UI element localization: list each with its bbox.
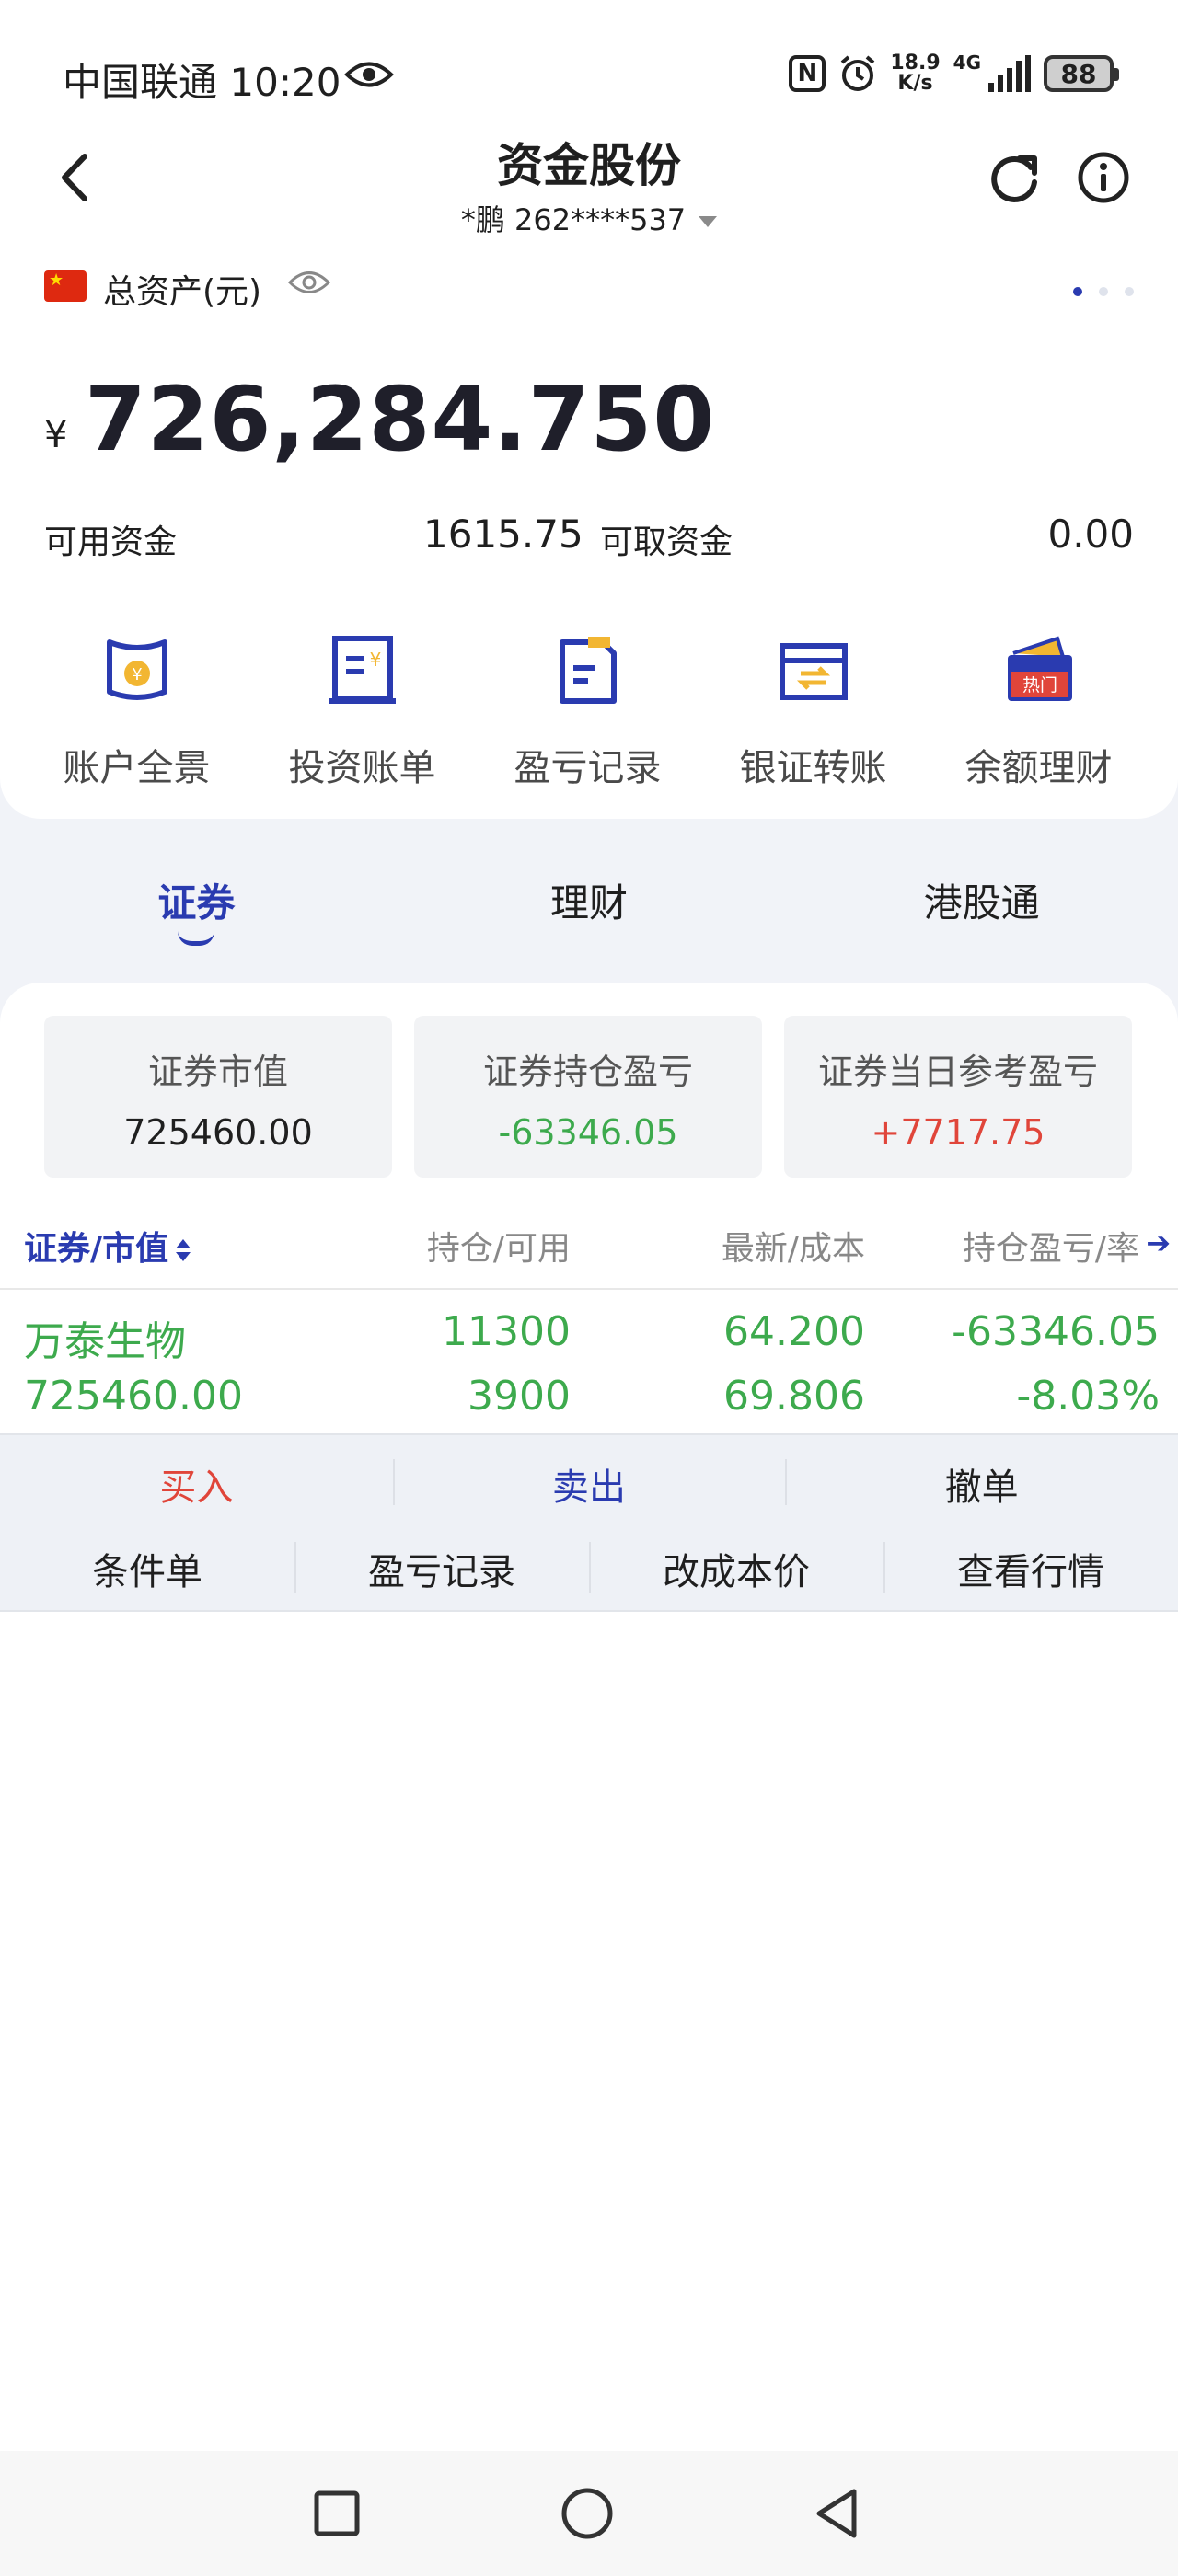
clock: 10:20: [229, 60, 341, 105]
recents-button[interactable]: [307, 2484, 366, 2543]
sell-button[interactable]: 卖出: [392, 1435, 786, 1525]
tab-indicator: [178, 931, 215, 946]
pnl-record-icon: [559, 637, 617, 704]
battery-level: 88: [1060, 58, 1097, 89]
withdrawable-funds-label: 可取资金: [600, 523, 733, 561]
carrier-name: 中国联通: [63, 60, 218, 105]
stock-pnl-rate: -8.03%: [1016, 1373, 1160, 1420]
toggle-visibility-icon[interactable]: [287, 267, 331, 298]
column-security-sort[interactable]: 证券/市值: [24, 1222, 191, 1270]
balance-wealth-icon: 热门: [1007, 636, 1072, 701]
card-label: 证券持仓盈亏: [482, 1052, 693, 1092]
tab-label: 理财: [550, 880, 629, 926]
column-pnl: 持仓盈亏/率: [962, 1230, 1139, 1268]
net-speed: 18.9 K/s: [890, 53, 940, 94]
hot-badge: 热门: [1022, 675, 1057, 696]
card-market-value: 证券市值 725460.00: [44, 1016, 392, 1178]
battery-icon: 88: [1044, 55, 1119, 92]
cancel-order-button[interactable]: 撤单: [785, 1435, 1178, 1525]
card-value: 725460.00: [123, 1112, 313, 1153]
stock-name: 万泰生物: [24, 1318, 186, 1365]
withdrawable-funds-value: 0.00: [1047, 512, 1134, 557]
conditional-order-button[interactable]: 条件单: [0, 1525, 294, 1612]
stock-latest-price: 64.200: [723, 1308, 865, 1355]
caret-down-icon: [699, 216, 718, 227]
available-funds-value: 1615.75: [423, 512, 583, 557]
sort-icon: [176, 1237, 191, 1263]
category-tabs: 证券 理财 港股通: [0, 846, 1178, 948]
tab-securities[interactable]: 证券: [0, 846, 393, 948]
action-investment-bill[interactable]: ¥ 投资账单: [249, 626, 475, 791]
nfc-icon: N: [789, 55, 826, 92]
stock-market-value: 725460.00: [24, 1373, 243, 1420]
system-back-button[interactable]: [808, 2484, 867, 2543]
stock-position: 11300: [442, 1308, 571, 1355]
holdings-panel: 证券市值 725460.00 证券持仓盈亏 -63346.05 证券当日参考盈亏…: [0, 983, 1178, 2455]
action-label: 余额理财: [964, 747, 1113, 789]
action-pnl-record[interactable]: 盈亏记录: [475, 626, 700, 791]
holdings-table-header: 证券/市值 持仓/可用 最新/成本 持仓盈亏/率 ➔: [0, 1222, 1178, 1282]
scroll-right-icon[interactable]: ➔: [1146, 1225, 1171, 1260]
tab-label: 证券: [157, 880, 236, 926]
card-daily-pnl: 证券当日参考盈亏 +7717.75: [784, 1016, 1132, 1178]
column-label: 证券/市值: [24, 1230, 169, 1268]
stock-cost-price: 69.806: [723, 1373, 865, 1420]
pnl-record-button[interactable]: 盈亏记录: [294, 1525, 589, 1612]
card-position-pnl: 证券持仓盈亏 -63346.05: [414, 1016, 762, 1178]
action-label: 盈亏记录: [514, 747, 662, 789]
action-label: 投资账单: [288, 747, 436, 789]
table-row[interactable]: 万泰生物 725460.00 11300 3900 64.200 69.806 …: [0, 1294, 1178, 1433]
view-quote-button[interactable]: 查看行情: [884, 1525, 1178, 1612]
divider: [0, 1288, 1178, 1290]
action-label: 账户全景: [63, 747, 211, 789]
investment-bill-icon: ¥: [329, 636, 396, 704]
stock-available: 3900: [468, 1373, 571, 1420]
currency-symbol: ¥: [44, 414, 68, 456]
china-flag-icon: [44, 270, 87, 302]
action-account-overview[interactable]: ¥ 账户全景: [24, 626, 249, 791]
column-price: 最新/成本: [721, 1230, 865, 1268]
action-bank-transfer[interactable]: 银证转账: [700, 626, 926, 791]
available-funds-label: 可用资金: [44, 523, 178, 561]
trade-buttons: 买入 卖出 撤单: [0, 1435, 1178, 1525]
tab-hk-connect[interactable]: 港股通: [785, 846, 1178, 948]
tab-label: 港股通: [923, 880, 1040, 926]
eye-icon: [344, 62, 394, 87]
alarm-icon: [841, 55, 875, 91]
summary-cards: 证券市值 725460.00 证券持仓盈亏 -63346.05 证券当日参考盈亏…: [44, 1016, 1132, 1178]
home-button[interactable]: [558, 2484, 617, 2543]
buy-button[interactable]: 买入: [0, 1435, 393, 1525]
more-buttons: 条件单 盈亏记录 改成本价 查看行情: [0, 1525, 1178, 1612]
signal-icon: [988, 55, 1031, 92]
total-assets-value: 726,284.750: [85, 368, 716, 471]
status-icons: N 18.9 K/s 4G 88: [789, 52, 1119, 94]
account-number: *鹏 262****537: [460, 202, 687, 237]
info-button[interactable]: [1075, 149, 1132, 206]
action-label: 银证转账: [739, 747, 887, 789]
net-speed-value: 18.9: [890, 52, 941, 75]
stock-pnl: -63346.05: [952, 1308, 1160, 1355]
svg-text:¥: ¥: [369, 649, 381, 671]
tab-wealth[interactable]: 理财: [393, 846, 786, 948]
edit-cost-button[interactable]: 改成本价: [589, 1525, 884, 1612]
quick-actions: ¥ 账户全景 ¥ 投资账单 盈亏记录 银证转账 热门 余额理财: [0, 626, 1178, 791]
card-value: -63346.05: [498, 1112, 678, 1153]
refresh-button[interactable]: [987, 149, 1044, 206]
account-overview-icon: ¥: [106, 639, 167, 700]
column-position: 持仓/可用: [426, 1230, 571, 1268]
action-balance-wealth[interactable]: 热门 余额理财: [926, 626, 1151, 791]
row-operations: 买入 卖出 撤单 条件单 盈亏记录 改成本价 查看行情: [0, 1433, 1178, 1612]
system-nav-bar: [0, 2451, 1178, 2576]
bank-transfer-icon: [779, 643, 848, 700]
carrier-time: 中国联通 10:20: [63, 52, 341, 108]
page-indicator: [1073, 287, 1134, 296]
network-type: 4G: [953, 52, 981, 74]
card-label: 证券市值: [147, 1052, 288, 1092]
total-assets-label: 总资产(元): [103, 273, 262, 311]
net-speed-unit: K/s: [897, 72, 933, 95]
svg-text:¥: ¥: [132, 665, 142, 684]
card-value: +7717.75: [871, 1112, 1045, 1153]
card-label: 证券当日参考盈亏: [817, 1052, 1098, 1092]
